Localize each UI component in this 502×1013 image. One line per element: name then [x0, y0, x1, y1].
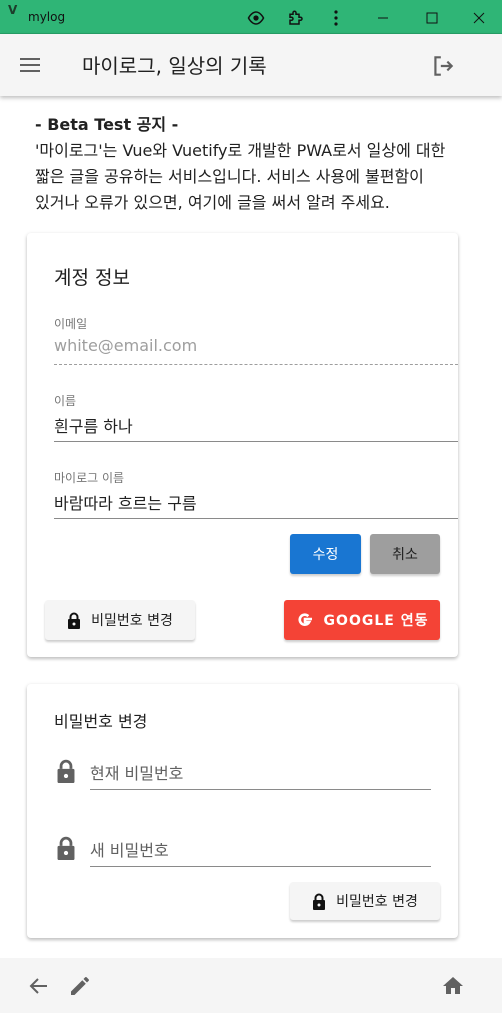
google-icon	[296, 611, 314, 629]
current-password-underline	[90, 789, 431, 790]
account-info-card: 계정 정보 이메일 white@email.com 이름 흰구름 하나 마이로그…	[27, 233, 458, 657]
submit-password-label: 비밀번호 변경	[336, 894, 418, 910]
new-password-placeholder: 새 비밀번호	[90, 841, 169, 860]
app-bar: 마이로그, 일상의 기록	[0, 34, 502, 96]
pencil-icon[interactable]	[68, 974, 92, 998]
logout-icon[interactable]	[430, 53, 456, 79]
mylog-name-field[interactable]: 마이로그 이름 바람따라 흐르는 구름	[54, 469, 458, 519]
lock-icon	[55, 836, 77, 860]
password-change-card: 비밀번호 변경 현재 비밀번호 새 비밀번호 비밀번호 변경	[27, 684, 458, 938]
page-title: 마이로그, 일상의 기록	[82, 54, 267, 78]
email-underline	[54, 364, 458, 365]
home-icon[interactable]	[441, 974, 465, 998]
google-link-label: GOOGLE 연동	[323, 613, 429, 629]
close-icon[interactable]	[468, 7, 490, 29]
lock-icon	[55, 759, 77, 783]
name-underline	[54, 441, 458, 442]
google-link-button[interactable]: GOOGLE 연동	[284, 600, 440, 640]
maximize-icon[interactable]	[421, 7, 443, 29]
mylog-name-underline	[54, 518, 458, 519]
cancel-button[interactable]: 취소	[370, 534, 440, 574]
arrow-back-icon[interactable]	[27, 974, 51, 998]
name-input[interactable]: 흰구름 하나	[54, 413, 458, 437]
menu-icon[interactable]	[18, 53, 44, 77]
email-value: white@email.com	[54, 336, 198, 355]
email-field: 이메일 white@email.com	[54, 315, 458, 365]
new-password-input[interactable]: 새 비밀번호	[90, 837, 431, 867]
cancel-button-label: 취소	[392, 547, 418, 563]
beta-notice: - Beta Test 공지 - '마이로그'는 Vue와 Vuetify로 개…	[35, 112, 475, 216]
change-password-button[interactable]: 비밀번호 변경	[45, 600, 195, 640]
eye-icon[interactable]	[245, 7, 267, 29]
mylog-name-input[interactable]: 바람따라 흐르는 구름	[54, 490, 458, 514]
account-card-title: 계정 정보	[54, 267, 130, 289]
password-card-title: 비밀번호 변경	[54, 712, 148, 731]
edit-button-label: 수정	[312, 547, 339, 563]
lock-icon	[312, 893, 326, 910]
extension-icon[interactable]	[285, 7, 307, 29]
current-password-input[interactable]: 현재 비밀번호	[90, 760, 431, 790]
notice-line: 있거나 오류가 있으면, 여기에 글을 써서 알려 주세요.	[35, 193, 390, 212]
name-label: 이름	[54, 394, 77, 408]
current-password-placeholder: 현재 비밀번호	[90, 764, 184, 783]
email-label: 이메일	[54, 317, 88, 331]
window-title: mylog	[28, 10, 66, 24]
minimize-icon[interactable]	[372, 7, 394, 29]
more-vert-icon[interactable]	[325, 7, 347, 29]
bottom-nav	[0, 958, 502, 1013]
edit-button[interactable]: 수정	[290, 534, 361, 574]
new-password-underline	[90, 866, 431, 867]
mylog-name-label: 마이로그 이름	[54, 471, 125, 485]
notice-line: 짧은 글을 공유하는 서비스입니다. 서비스 사용에 불편함이	[35, 167, 424, 186]
window-titlebar: V mylog	[0, 0, 502, 34]
notice-title: - Beta Test 공지 -	[35, 115, 179, 134]
notice-line: '마이로그'는 Vue와 Vuetify로 개발한 PWA로서 일상에 대한	[35, 141, 446, 160]
change-password-label: 비밀번호 변경	[91, 613, 173, 629]
submit-password-button[interactable]: 비밀번호 변경	[290, 882, 440, 920]
app-icon: V	[8, 3, 18, 17]
name-field[interactable]: 이름 흰구름 하나	[54, 392, 458, 442]
lock-icon	[67, 612, 81, 629]
